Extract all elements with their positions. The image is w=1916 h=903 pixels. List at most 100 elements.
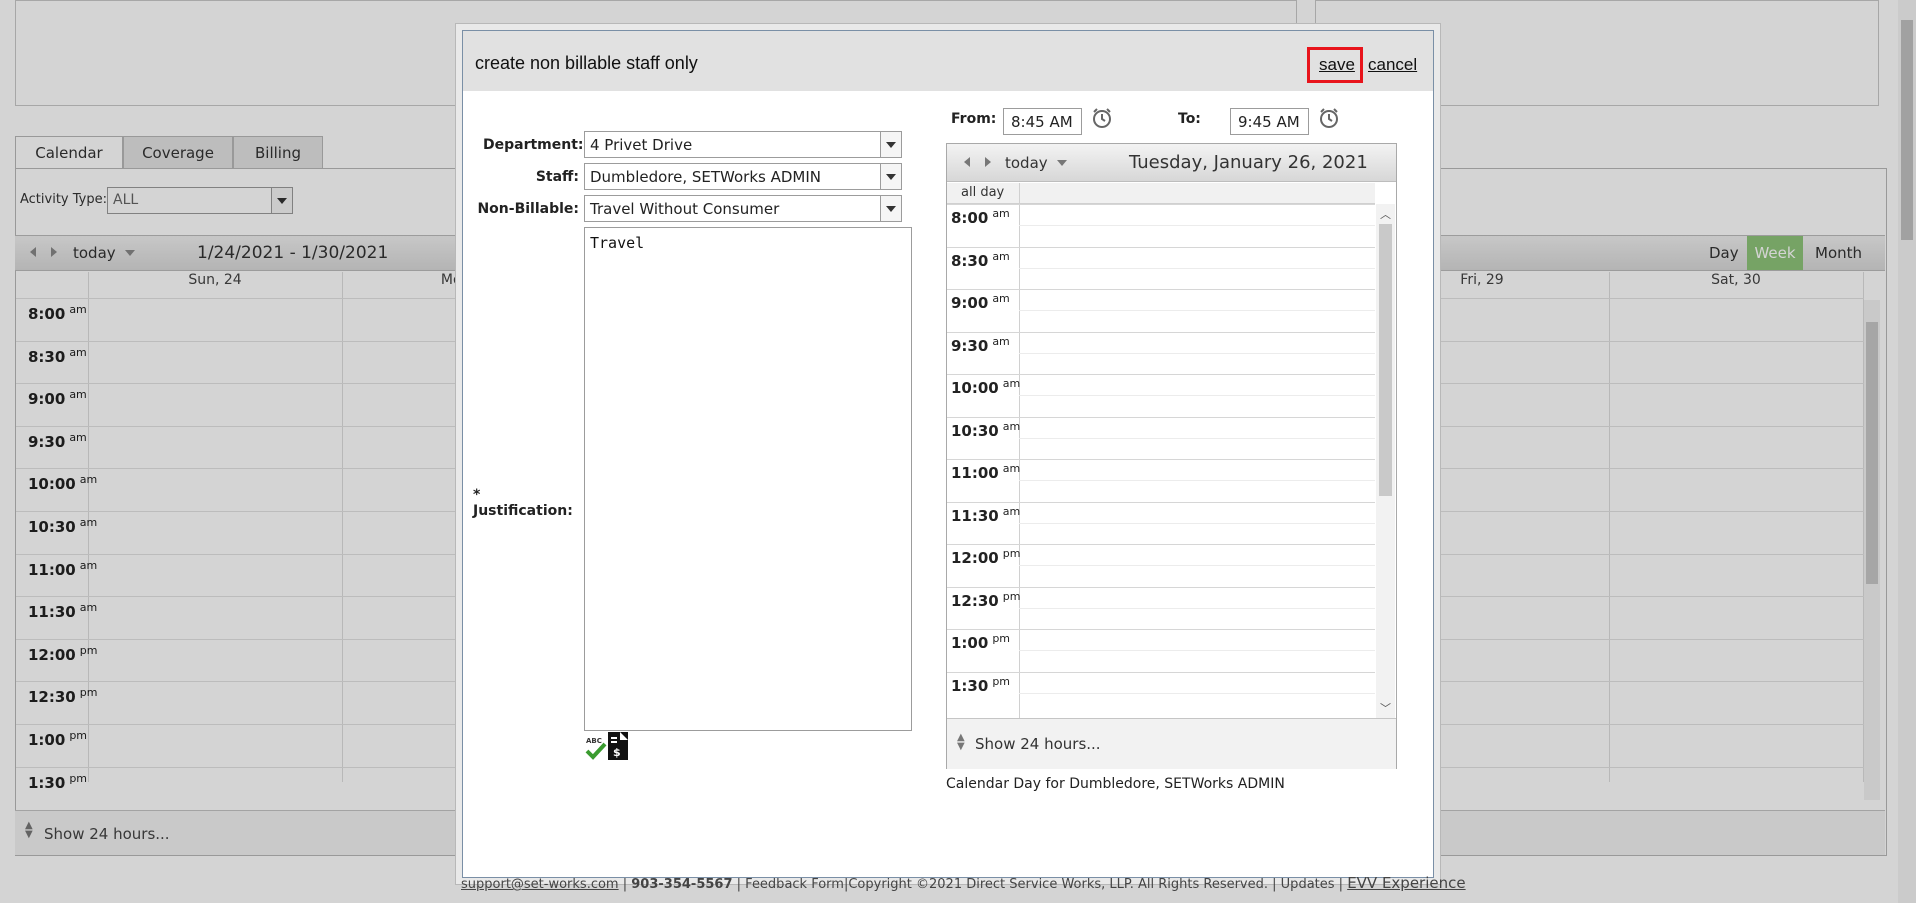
chevron-down-icon (880, 132, 901, 157)
day-time-row (947, 671, 1375, 673)
cancel-button[interactable]: cancel (1368, 55, 1417, 75)
department-label: Department: (483, 137, 584, 153)
time-value: 8:30 (951, 251, 989, 270)
day-time-label: 8:00 am (951, 207, 1010, 227)
alarm-clock-icon[interactable] (1318, 107, 1340, 133)
half-hour-line (1019, 225, 1375, 226)
am-pm: am (992, 207, 1010, 220)
day-time-row (947, 586, 1375, 588)
am-pm: am (1002, 462, 1021, 475)
to-time-input[interactable]: 9:45 AM (1230, 108, 1309, 135)
page-footer: support@set-works.com | 903-354-5567 | F… (461, 874, 1466, 892)
day-time-label: 12:30 pm (951, 590, 1020, 610)
staff-value: Dumbledore, SETWorks ADMIN (590, 168, 822, 186)
am-pm: pm (992, 674, 1011, 688)
am-pm: am (1002, 419, 1021, 433)
am-pm: am (992, 292, 1010, 305)
am-pm: am (992, 334, 1010, 348)
day-time-label: 1:30 pm (951, 675, 1010, 695)
today-button[interactable]: today (1005, 154, 1048, 172)
time-value: 12:00 (951, 549, 999, 567)
day-time-label: 11:00 am (951, 462, 1020, 482)
all-day-label: all day (961, 185, 1005, 200)
scroll-up-icon[interactable]: ︿ (1380, 206, 1391, 222)
day-time-row (947, 416, 1375, 418)
am-pm: pm (1002, 547, 1021, 560)
time-value: 1:00 (951, 634, 989, 652)
scroll-down-icon[interactable]: ﹀ (1380, 700, 1391, 716)
time-value: 12:30 (951, 591, 999, 610)
day-time-label: 9:00 am (951, 292, 1010, 312)
department-select[interactable]: 4 Privet Drive (584, 131, 902, 158)
feedback-form-link[interactable]: Feedback Form (745, 877, 844, 892)
half-hour-line (1019, 267, 1375, 269)
staff-select[interactable]: Dumbledore, SETWorks ADMIN (584, 163, 902, 190)
copyright-text: Copyright ©2021 Direct Service Works, LL… (848, 877, 1269, 892)
day-time-label: 11:30 am (951, 505, 1020, 525)
time-value: 9:30 (951, 336, 989, 355)
day-scrollbar[interactable]: ︿ ﹀ (1376, 204, 1395, 718)
department-value: 4 Privet Drive (590, 136, 693, 154)
all-day-row: all day (947, 183, 1375, 204)
show-24-hours-toggle[interactable]: ▲ ▼ Show 24 hours... (947, 718, 1396, 769)
day-time-row (947, 544, 1375, 545)
from-label: From: (951, 111, 997, 127)
day-time-row (947, 204, 1375, 205)
save-button[interactable]: save (1319, 55, 1355, 75)
evv-experience-link[interactable]: EVV Experience (1347, 874, 1465, 892)
day-time-label: 9:30 am (951, 335, 1010, 355)
day-time-label: 10:00 am (951, 377, 1020, 397)
support-email-link[interactable]: support@set-works.com (461, 877, 619, 892)
dialog-title: create non billable staff only (475, 53, 698, 73)
create-non-billable-dialog: create non billable staff only save canc… (462, 30, 1434, 878)
next-day-icon[interactable] (985, 157, 991, 167)
day-time-row (947, 629, 1375, 630)
justification-label: * Justification: (473, 487, 573, 519)
billing-document-icon[interactable]: $ (607, 731, 629, 765)
spellcheck-icon[interactable]: ABC (584, 735, 608, 765)
day-time-row (947, 331, 1375, 333)
am-pm: pm (992, 632, 1011, 645)
half-hour-line (1019, 692, 1375, 694)
day-time-row (947, 246, 1375, 248)
day-time-label: 12:00 pm (951, 547, 1020, 567)
half-hour-line (1019, 607, 1375, 609)
time-value: 10:00 (951, 379, 999, 397)
day-time-row (947, 374, 1375, 375)
non-billable-select[interactable]: Travel Without Consumer (584, 195, 902, 222)
justification-textarea[interactable]: Travel (584, 227, 912, 731)
half-hour-line (1019, 650, 1375, 651)
time-value: 9:00 (951, 294, 989, 312)
expand-icon: ▲ ▼ (957, 732, 965, 752)
half-hour-line (1019, 480, 1375, 481)
day-calendar-toolbar: today Tuesday, January 26, 2021 (947, 144, 1396, 182)
prev-day-icon[interactable] (964, 157, 970, 167)
dialog-header: create non billable staff only save canc… (463, 31, 1433, 91)
am-pm: am (1002, 504, 1021, 518)
day-calendar: today Tuesday, January 26, 2021 all day … (946, 143, 1397, 769)
alarm-clock-icon[interactable] (1091, 107, 1113, 133)
svg-text:ABC: ABC (586, 737, 602, 745)
day-time-label: 8:30 am (951, 250, 1010, 270)
from-time-input[interactable]: 8:45 AM (1003, 108, 1082, 135)
day-calendar-date: Tuesday, January 26, 2021 (1129, 152, 1368, 173)
half-hour-line (1019, 522, 1375, 524)
half-hour-line (1019, 310, 1375, 311)
scrollbar-thumb[interactable] (1379, 224, 1392, 496)
time-value: 10:30 (951, 421, 999, 440)
half-hour-line (1019, 565, 1375, 566)
grid-line (1019, 183, 1020, 718)
updates-link[interactable]: Updates (1281, 877, 1335, 892)
phone-number: 903-354-5567 (631, 877, 733, 892)
svg-text:$: $ (613, 746, 621, 759)
show-24-hours-label: Show 24 hours... (975, 735, 1101, 753)
time-value: 11:30 (951, 506, 999, 525)
am-pm: pm (1002, 589, 1021, 603)
day-time-row (947, 459, 1375, 460)
chevron-down-icon (880, 196, 901, 221)
today-dropdown-icon[interactable] (1057, 160, 1067, 166)
am-pm: am (992, 249, 1010, 263)
day-time-label: 1:00 pm (951, 632, 1010, 652)
non-billable-label: Non-Billable: (477, 201, 579, 217)
day-time-row (947, 501, 1375, 503)
